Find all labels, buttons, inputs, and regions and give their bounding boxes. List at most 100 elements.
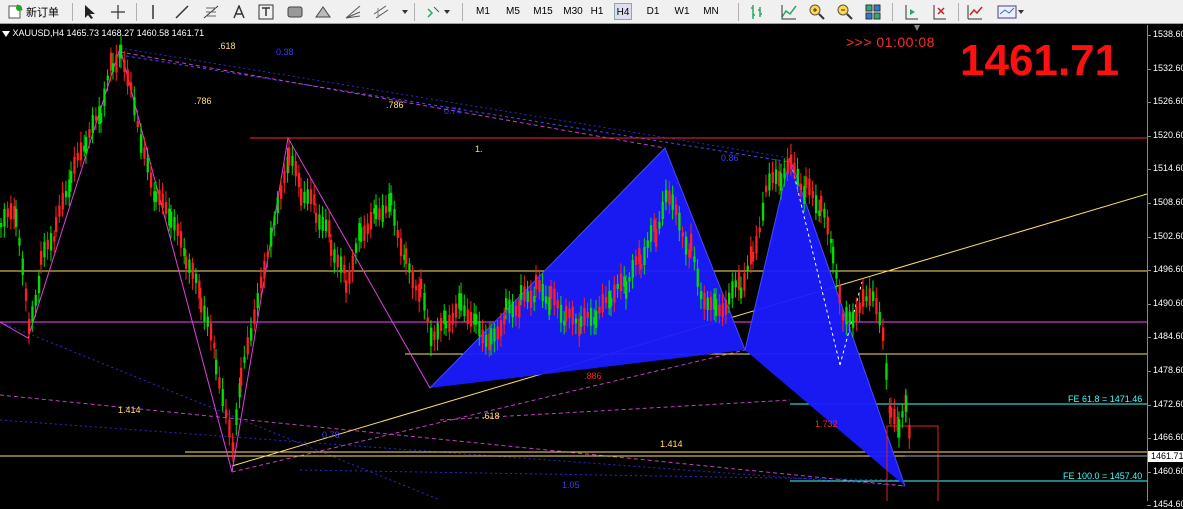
crosshair-tool[interactable] [108,2,128,21]
candle-body [411,270,414,289]
candle-body [496,326,499,340]
candle-body [803,185,806,204]
candle-body [9,203,13,220]
timeframe-d1[interactable]: D1 [644,3,662,20]
current-price-display: 1461.71 [960,36,1120,85]
candle-body [709,296,713,311]
candle-body [475,314,478,324]
zoom-out-button[interactable] [834,2,856,21]
trendline-tool[interactable] [172,2,192,21]
candle-body [523,286,526,302]
zoom-in-button[interactable] [806,2,828,21]
candle-body [681,232,684,237]
price-chart[interactable] [0,25,1183,501]
candle-body [559,304,563,323]
candle-body [541,284,544,301]
candle-body [445,321,448,329]
candle-body [693,256,696,263]
candle-body [408,263,411,273]
candle-body [28,318,31,334]
candle-body [882,327,885,341]
candle-body [283,170,286,184]
tools-more-button[interactable] [400,2,410,21]
fibonacci-tool[interactable] [200,2,222,21]
indicators-button[interactable] [964,2,986,21]
candle-body [176,223,179,236]
arrows-tool[interactable] [422,2,454,21]
candle-body [106,75,109,81]
candle-body [508,299,511,314]
templates-button[interactable] [994,2,1028,21]
candle-body [885,363,888,380]
candle-body [793,162,796,174]
fib-ray [0,321,441,501]
candle-body [250,328,253,340]
candlestick-chart-button[interactable] [778,2,800,21]
candle-body [811,190,814,199]
candle-body [553,288,556,305]
candle-body [225,411,228,418]
zoom-out-icon [837,4,853,20]
timeframe-w1[interactable]: W1 [672,3,692,20]
candle-body [586,312,589,318]
candle-body [589,307,593,326]
text-tool[interactable] [230,2,248,21]
candle-body [746,265,749,272]
text-label-tool[interactable] [256,2,276,21]
candle-body [31,306,34,322]
price-scale-tick [1147,236,1151,238]
cursor-arrow-icon [85,4,95,19]
timeframe-m5[interactable]: M5 [502,3,524,20]
candle-body [345,280,348,293]
fe-100-label: FE 100.0 = 1457.40 [1063,471,1143,481]
timeframe-m30[interactable]: M30 [560,3,586,20]
timeframe-h1[interactable]: H1 [588,3,606,20]
candle-body [73,156,76,174]
candle-body [420,278,423,290]
timeframe-m15[interactable]: M15 [530,3,556,20]
candle-body [814,195,818,214]
price-scale-tick [1147,35,1151,36]
chart-canvas[interactable] [0,25,1147,501]
candle-body [348,270,351,284]
price-scale-tick [1147,371,1151,372]
rectangle-tool[interactable] [284,2,306,21]
candle-body [266,251,269,258]
chart-shift-button[interactable] [900,2,922,21]
fibo-channel-tool[interactable] [370,2,392,21]
fibo-fan-icon [345,5,361,18]
candle-body [890,407,893,418]
timeframe-m1[interactable]: M1 [472,3,494,20]
candle-body [640,264,643,270]
cursor-tool[interactable] [80,2,100,21]
price-scale-tick [1147,505,1151,507]
candle-body [49,233,53,251]
fibo-fan-tool[interactable] [342,2,364,21]
candle-body [790,154,793,170]
price-scale-tick [1147,135,1151,137]
candle-body [835,271,838,279]
candle-body [715,298,718,316]
triangle-tool[interactable] [312,2,334,21]
candle-body [643,247,646,266]
candle-body [143,147,146,159]
fib-ray [0,419,906,487]
candle-body [696,268,699,287]
candle-body [752,251,755,262]
candle-body [343,264,346,274]
autoscroll-button[interactable] [928,2,950,21]
tile-windows-button[interactable] [862,2,884,21]
candle-body [755,235,758,254]
timeframe-mn[interactable]: MN [700,3,722,20]
candle-body [765,185,768,193]
timeframe-h4[interactable]: H4 [614,3,632,20]
candle-body [140,135,143,154]
fib-label-038: 0.38 [276,47,294,57]
candle-body [875,297,878,315]
price-scale-label: 1478.60 [1153,365,1183,375]
candle-body [601,294,604,313]
vertical-line-tool[interactable] [144,2,162,21]
bar-chart-button[interactable] [746,2,768,21]
candle-body [203,305,206,322]
new-order-button[interactable]: 新订单 [3,2,63,21]
